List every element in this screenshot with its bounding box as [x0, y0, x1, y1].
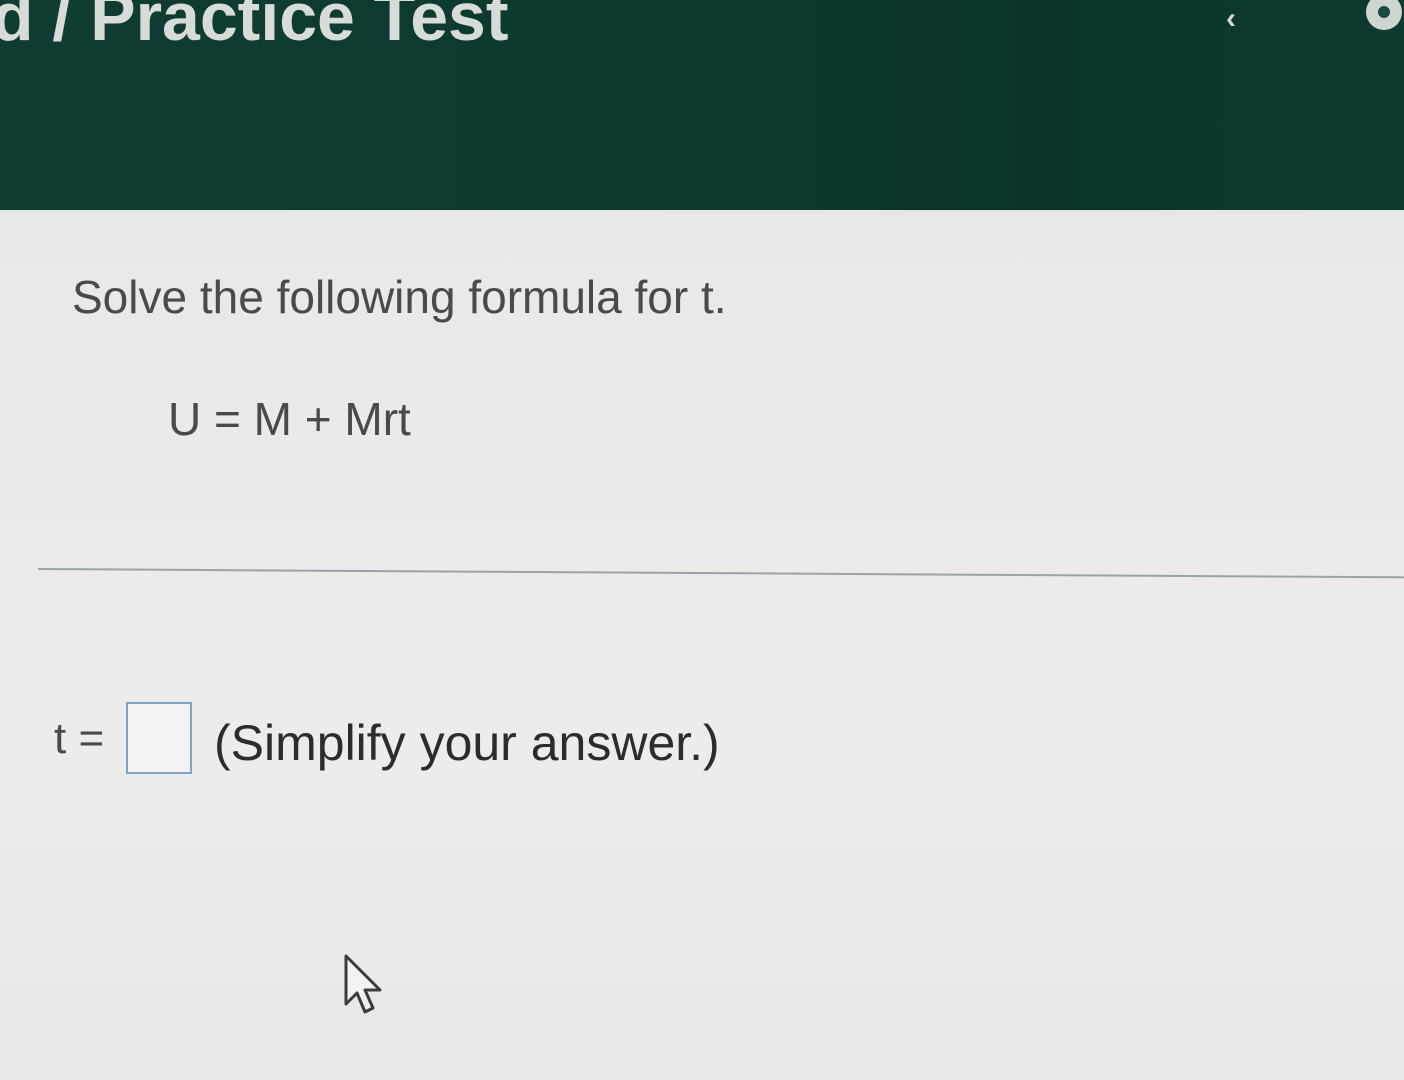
- answer-input[interactable]: [126, 702, 192, 774]
- answer-label: t =: [54, 714, 105, 763]
- chevron-left-icon[interactable]: ‹: [1226, 4, 1252, 34]
- question-instruction: Solve the following formula for t.: [72, 271, 727, 323]
- mouse-pointer-icon: [344, 954, 382, 1014]
- answer-hint: (Simplify your answer.): [214, 715, 720, 771]
- question-formula: U = M + Mrt: [168, 393, 411, 445]
- circle-icon[interactable]: [1362, 0, 1404, 38]
- page-title: d / Practice Test: [0, 0, 509, 55]
- practice-test-page: d / Practice Test ‹ Solve the following …: [0, 0, 1404, 1080]
- header-bar: d / Practice Test ‹: [0, 0, 1404, 210]
- question-panel: [0, 212, 1404, 1080]
